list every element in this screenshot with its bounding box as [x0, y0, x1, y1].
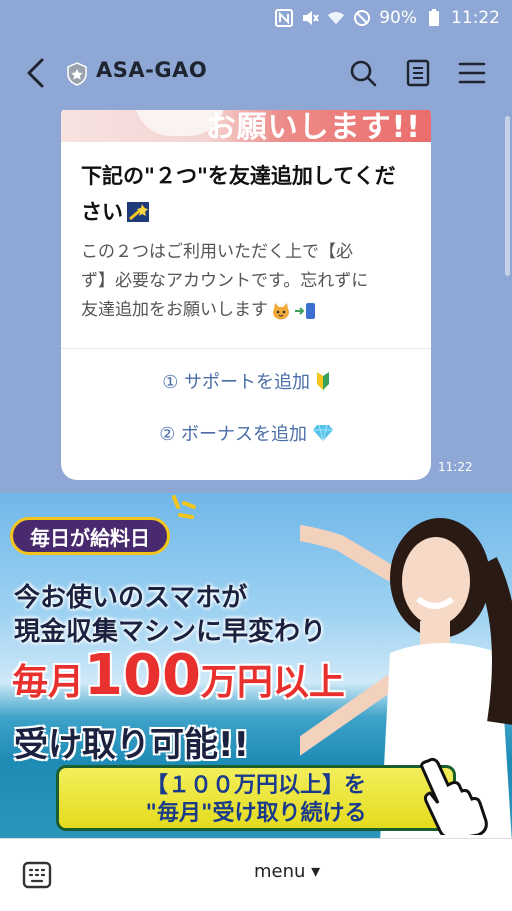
cta-line1: 【１００万円以上】を [145, 773, 366, 798]
banner-line1: 今お使いのスマホが [14, 583, 248, 613]
message-time: 11:22 [438, 460, 473, 474]
card-title-line2: さい [81, 200, 123, 224]
add-support-button[interactable]: ① サポートを追加 [61, 368, 431, 394]
chat-area[interactable]: お願いします!! 下記の"２つ"を友達追加してくだ さい この２つはご利用いただ… [0, 110, 512, 493]
card-divider [61, 348, 431, 349]
pointing-hand-icon [420, 757, 488, 835]
keyboard-icon[interactable] [22, 861, 52, 889]
nfc-icon [275, 9, 294, 27]
back-icon[interactable] [22, 56, 52, 90]
card-title: 下記の"２つ"を友達追加してくだ さい [61, 150, 431, 230]
rich-menu-toggle[interactable]: menu ▾ [254, 861, 320, 882]
card-banner-image: お願いします!! [61, 110, 431, 145]
banner-amount-suffix: 万円以上 [200, 662, 345, 703]
chat-title: ASA-GAO [96, 58, 208, 82]
shield-icon [67, 62, 87, 86]
banner-amount: 毎月100万円以上 [12, 643, 345, 708]
shooting-star-icon [127, 202, 149, 222]
scrollbar[interactable] [505, 116, 510, 276]
message-card: お願いします!! 下記の"２つ"を友達追加してくだ さい この２つはご利用いただ… [61, 110, 431, 480]
banner-line3: 受け取り可能!! [14, 725, 250, 765]
promo-banner[interactable]: 毎日が給料日 今お使いのスマホが 現金収集マシンに早変わり 毎月100万円以上 … [0, 493, 512, 838]
add-bonus-button[interactable]: ② ボーナスを追加 [61, 420, 431, 446]
arrow-phone-icon [295, 302, 315, 319]
card-banner-text: お願いします!! [205, 110, 421, 145]
sparkle-rays-icon [172, 495, 196, 519]
status-time: 11:22 [451, 8, 500, 28]
card-body-line1: この２つはご利用いただく上で【必 [81, 242, 353, 262]
beginner-mark-icon [316, 372, 329, 390]
add-support-label: ① サポートを追加 [162, 372, 311, 393]
banner-amount-prefix: 毎月 [12, 662, 85, 703]
wifi-icon [327, 9, 345, 27]
card-body: この２つはご利用いただく上で【必 ず】必要なアカウントです。忘れずに 友達追加を… [61, 230, 431, 325]
mute-icon [301, 9, 320, 27]
menu-icon[interactable] [457, 58, 487, 88]
battery-level: 90% [379, 8, 417, 28]
banner-amount-number: 100 [84, 643, 201, 708]
cta-button[interactable]: 【１００万円以上】を "毎月"受け取り続ける [56, 765, 456, 831]
block-icon [353, 9, 371, 27]
card-body-line2: ず】必要なアカウントです。忘れずに [81, 271, 369, 291]
status-bar: 90% 11:22 [0, 0, 512, 36]
card-body-line3: 友達追加をお願いします [81, 300, 268, 320]
search-icon[interactable] [348, 58, 378, 88]
payday-badge: 毎日が給料日 [10, 517, 170, 555]
battery-icon [425, 9, 443, 27]
bottom-bar: menu ▾ [0, 838, 512, 911]
card-title-line1: 下記の"２つ"を友達追加してくだ [81, 164, 396, 188]
add-bonus-label: ② ボーナスを追加 [159, 424, 308, 445]
chat-header: ASA-GAO [0, 36, 512, 110]
cat-emoji-icon [273, 302, 289, 319]
cta-line2: "毎月"受け取り続ける [145, 801, 367, 826]
notes-icon[interactable] [403, 58, 433, 88]
gem-icon [312, 424, 333, 442]
